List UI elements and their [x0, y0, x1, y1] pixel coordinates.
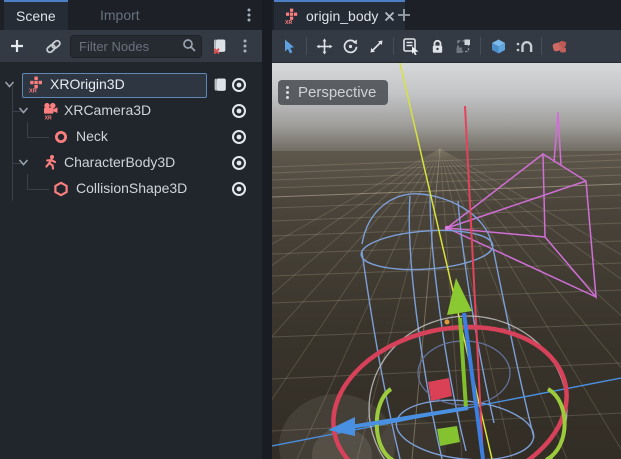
- tab-import-label: Import: [100, 7, 140, 23]
- xr-origin-icon: XR: [284, 8, 300, 25]
- scene-dock-toolbar: [0, 30, 262, 62]
- local-space-cube-icon: [490, 38, 507, 55]
- perspective-label: Perspective: [298, 84, 376, 101]
- dock-menu-icon[interactable]: [244, 7, 254, 23]
- godot-editor-window: Scene Import: [0, 0, 621, 459]
- close-icon[interactable]: [384, 11, 395, 22]
- group-node-button[interactable]: [450, 33, 476, 59]
- svg-text:XR: XR: [45, 115, 52, 120]
- perspective-menu-button[interactable]: Perspective: [278, 80, 388, 105]
- main-editor-panel: XR origin_body: [272, 0, 621, 459]
- sky: [272, 63, 621, 151]
- scene-tabbar: XR origin_body: [272, 0, 621, 30]
- node-name: Neck: [76, 128, 108, 144]
- rotate-icon: [342, 38, 359, 55]
- origin-point-marker: [445, 320, 450, 325]
- node-name: CollisionShape3D: [76, 180, 187, 196]
- add-node-button[interactable]: [4, 33, 30, 59]
- xr-origin-icon: XR: [28, 76, 45, 93]
- visibility-eye-icon[interactable]: [231, 129, 247, 145]
- rotate-mode-button[interactable]: [337, 33, 363, 59]
- selectable-list-icon: [402, 37, 420, 55]
- snap-magnet-icon: [515, 38, 533, 55]
- scene-dock-tabbar: Scene Import: [0, 0, 262, 30]
- attach-script-icon: [211, 38, 228, 55]
- tree-row-xrcamera3d[interactable]: XR XRCamera3D: [0, 98, 262, 124]
- scene-dock: Scene Import: [0, 0, 262, 459]
- lock-node-button[interactable]: [424, 33, 450, 59]
- link-icon: [45, 38, 62, 55]
- red-partial-tool-icon: [550, 38, 568, 55]
- scale-mode-button[interactable]: [363, 33, 389, 59]
- snap-button[interactable]: [511, 33, 537, 59]
- tab-scene[interactable]: Scene: [4, 0, 68, 30]
- svg-text:XR: XR: [29, 89, 37, 94]
- visibility-eye-icon[interactable]: [231, 103, 247, 119]
- preview-tool-button[interactable]: [546, 33, 572, 59]
- tab-scene-label: Scene: [16, 8, 56, 24]
- collision-shape-icon: [53, 181, 69, 197]
- node-name: XROrigin3D: [50, 76, 125, 92]
- visibility-eye-icon[interactable]: [231, 155, 247, 171]
- lock-icon: [429, 38, 446, 55]
- node-name: XRCamera3D: [64, 102, 151, 118]
- character-body-icon: [42, 154, 59, 171]
- 3d-viewport[interactable]: Perspective: [272, 62, 621, 459]
- tree-row-collisionshape3d[interactable]: CollisionShape3D: [0, 176, 262, 202]
- viewport-render: [272, 63, 621, 459]
- selectable-list-button[interactable]: [398, 33, 424, 59]
- node-name: CharacterBody3D: [64, 154, 175, 170]
- tab-import[interactable]: Import: [88, 0, 152, 30]
- filter-nodes-field: [70, 35, 202, 58]
- attach-script-button[interactable]: [206, 33, 232, 59]
- chevron-down-icon[interactable]: [4, 80, 15, 89]
- chevron-down-icon[interactable]: [18, 106, 29, 115]
- select-mode-button[interactable]: [276, 33, 302, 59]
- visibility-eye-icon[interactable]: [231, 77, 247, 93]
- scene-tab-label: origin_body: [306, 8, 378, 24]
- local-space-button[interactable]: [485, 33, 511, 59]
- tree-menu-button[interactable]: [232, 33, 258, 59]
- scene-tab-origin-body[interactable]: XR origin_body: [274, 0, 405, 30]
- spatial-toolbar: [272, 30, 621, 62]
- tree-row-xrorigin3d[interactable]: XR XROrigin3D: [0, 72, 262, 98]
- script-icon[interactable]: [212, 77, 228, 93]
- node3d-ring-icon: [53, 129, 69, 145]
- chevron-down-icon[interactable]: [18, 158, 29, 167]
- tree-row-neck[interactable]: Neck: [0, 124, 262, 150]
- svg-text:XR: XR: [285, 20, 292, 25]
- new-tab-plus-icon[interactable]: [397, 8, 411, 22]
- group-icon: [455, 38, 472, 55]
- instantiate-scene-button[interactable]: [40, 33, 66, 59]
- xr-camera-icon: XR: [42, 102, 60, 120]
- more-options-icon: [240, 38, 250, 54]
- scale-icon: [368, 38, 385, 55]
- move-mode-button[interactable]: [311, 33, 337, 59]
- plus-icon: [9, 38, 25, 54]
- scene-tree[interactable]: XR XROrigin3D: [0, 62, 262, 459]
- visibility-eye-icon[interactable]: [231, 181, 247, 197]
- move-icon: [316, 38, 333, 55]
- select-arrow-icon: [281, 38, 298, 55]
- dock-splitter[interactable]: [262, 0, 272, 459]
- tree-row-characterbody3d[interactable]: CharacterBody3D: [0, 150, 262, 176]
- perspective-dots-icon: [286, 86, 289, 101]
- search-icon: [182, 38, 197, 53]
